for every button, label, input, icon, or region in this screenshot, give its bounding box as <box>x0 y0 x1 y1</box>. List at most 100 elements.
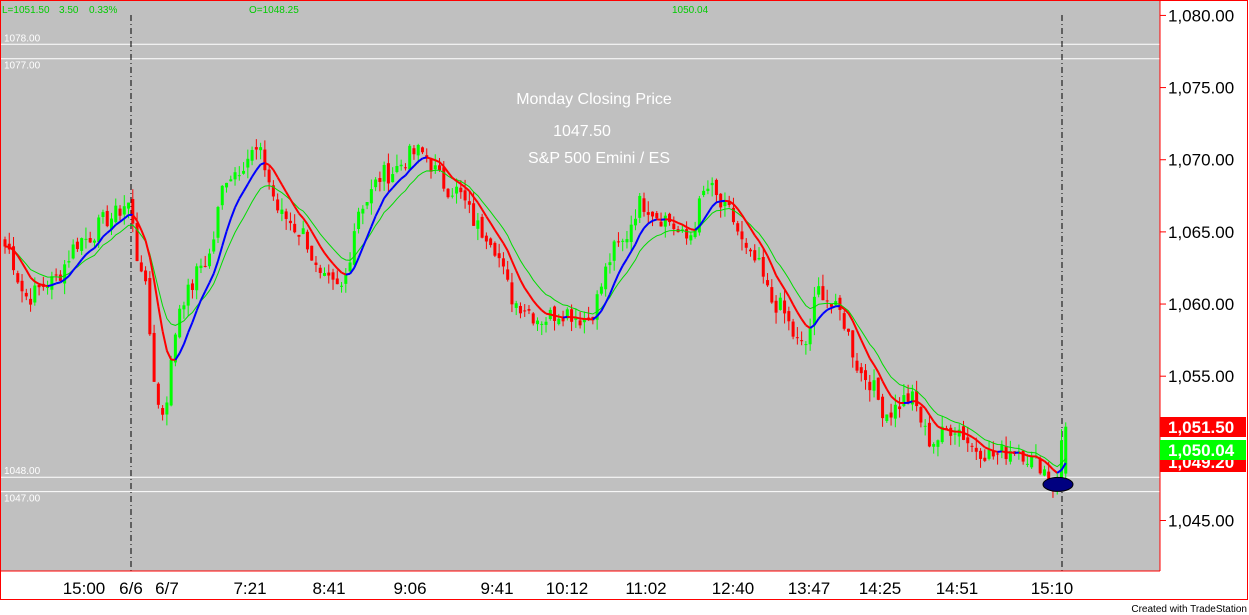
x-tick-label: 9:06 <box>393 579 426 598</box>
candle-body <box>250 150 254 161</box>
candle-body <box>787 311 791 322</box>
candle-body <box>812 296 816 325</box>
candle-body <box>919 407 923 423</box>
fast-moving-average-segment <box>1001 450 1007 454</box>
candle-body <box>340 285 344 287</box>
candle-body <box>868 381 872 391</box>
candle-body <box>233 172 237 180</box>
x-tick-label: 15:10 <box>1031 579 1074 598</box>
candle-body <box>114 205 118 223</box>
fast-moving-average-segment <box>958 430 964 434</box>
y-tick-label: 1,080.00 <box>1168 6 1234 25</box>
candle-body <box>101 212 105 217</box>
candle-body <box>685 229 689 239</box>
candle-body <box>122 206 126 215</box>
candle-body <box>497 253 501 259</box>
candle-body <box>203 265 207 267</box>
candle-body <box>403 167 407 169</box>
fast-moving-average-segment <box>1018 451 1024 455</box>
candle-body <box>254 147 258 150</box>
candle-body <box>455 186 459 194</box>
x-tick-label: 8:41 <box>312 579 345 598</box>
close-marker-ellipse <box>1042 476 1074 492</box>
candle-body <box>791 321 795 337</box>
candle-body <box>859 367 863 374</box>
candle-body <box>536 320 539 325</box>
candle-body <box>190 283 194 290</box>
candle-body <box>24 292 28 297</box>
candle-body <box>659 221 663 227</box>
candle-body <box>229 179 233 182</box>
candle-body <box>842 313 846 329</box>
candle-body <box>825 300 829 302</box>
candle-body <box>259 147 263 151</box>
candle-body <box>740 231 744 240</box>
candle-body <box>242 170 246 174</box>
candle-body <box>766 280 770 286</box>
candle-body <box>915 391 919 407</box>
candle-body <box>118 208 122 216</box>
header-change-pct: 0.33% <box>89 5 117 16</box>
candle-body <box>420 147 424 153</box>
candle-body <box>936 440 940 447</box>
candle-body <box>706 188 710 192</box>
candle-body <box>612 241 616 261</box>
candle-body <box>689 235 693 241</box>
candle-body <box>570 309 574 322</box>
candle-body <box>523 310 527 312</box>
candle-body <box>651 211 655 217</box>
candle-body <box>774 300 778 313</box>
x-tick-label: 11:02 <box>625 579 666 598</box>
candle-body <box>970 445 974 447</box>
candle-body <box>604 266 608 290</box>
candle-body <box>399 164 403 167</box>
fast-moving-average-segment <box>1027 454 1032 458</box>
candle-body <box>1021 450 1025 462</box>
candle-body <box>310 245 314 261</box>
candle-body <box>459 187 463 193</box>
candle-body <box>996 453 1000 455</box>
candle-body <box>800 340 804 342</box>
x-tick-label: 7:21 <box>233 579 266 598</box>
candle-body <box>16 273 20 283</box>
candle-body <box>702 190 706 196</box>
candle-body <box>885 414 889 421</box>
candle-body <box>92 240 96 243</box>
candle-body <box>761 257 765 277</box>
candle-body <box>510 282 514 305</box>
x-tick-label: 6/6 <box>119 579 143 598</box>
header-open: O=1048.25 <box>249 5 299 16</box>
candle-body <box>638 195 642 218</box>
candle-body <box>898 406 902 410</box>
candle-body <box>642 198 646 212</box>
candle-body <box>263 149 267 171</box>
candle-body <box>621 240 625 242</box>
candle-body <box>979 450 983 459</box>
candle-body <box>987 449 991 459</box>
candle-body <box>139 262 143 272</box>
candle-body <box>105 210 109 227</box>
candle-body <box>783 300 787 314</box>
candle-body <box>408 145 412 170</box>
x-tick-label: 10:12 <box>546 579 589 598</box>
x-tick-label: 13:47 <box>788 579 831 598</box>
candle-body <box>33 285 37 303</box>
candle-body <box>216 207 220 238</box>
candle-body <box>872 380 876 391</box>
candle-body <box>288 220 292 224</box>
candle-body <box>386 163 390 184</box>
candle-body <box>152 332 156 382</box>
reference-line-label: 1047.00 <box>4 494 41 505</box>
candle-body <box>714 179 718 196</box>
candle-body <box>795 337 799 339</box>
candle-body <box>736 223 740 232</box>
fast-moving-average-segment <box>669 218 675 222</box>
candle-body <box>365 202 369 206</box>
candle-body <box>557 318 561 325</box>
candle-body <box>144 270 148 282</box>
candle-body <box>75 241 79 250</box>
candle-body <box>195 266 199 291</box>
y-tick-label: 1,070.00 <box>1168 151 1234 170</box>
candle-body <box>50 276 54 290</box>
y-tick-label: 1,055.00 <box>1168 367 1234 386</box>
